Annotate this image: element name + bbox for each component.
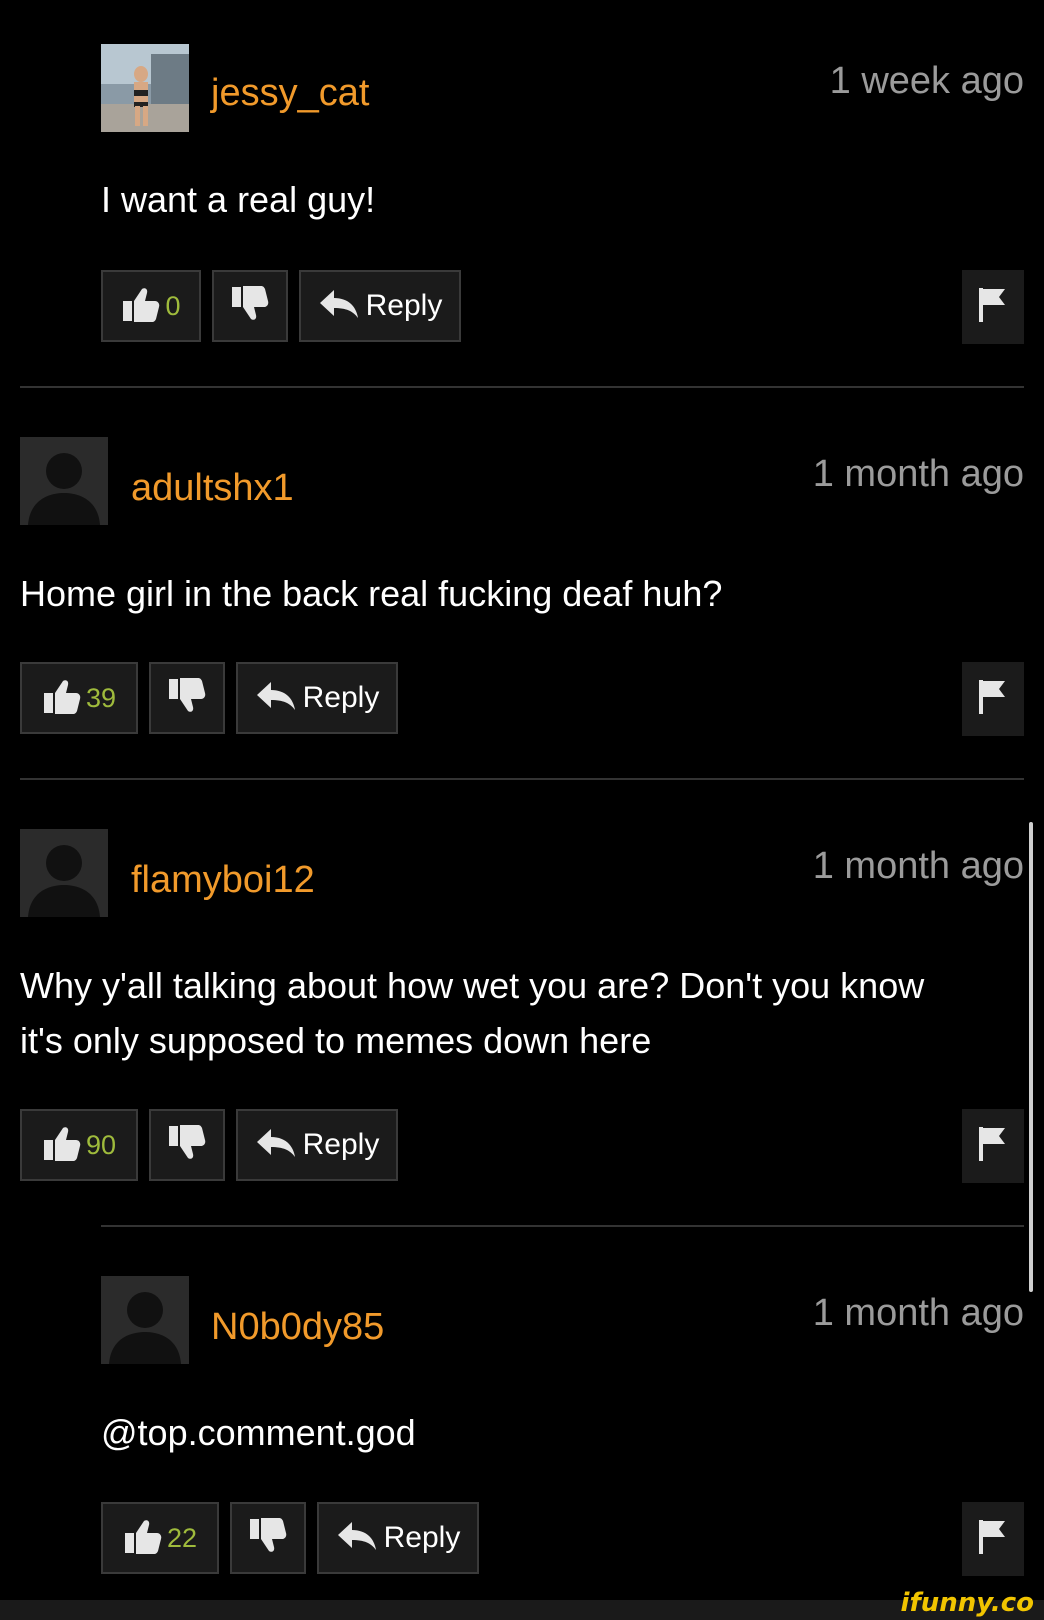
comment-text: @top.comment.god <box>101 1412 416 1453</box>
username-link[interactable]: N0b0dy85 <box>211 1306 384 1349</box>
reply-arrow-icon <box>255 1127 297 1164</box>
username-link[interactable]: jessy_cat <box>211 72 369 115</box>
comment-timestamp: 1 month ago <box>812 845 1024 887</box>
reply-arrow-icon <box>255 680 297 717</box>
like-button[interactable]: 90 <box>20 1109 138 1181</box>
thumbs-down-icon <box>167 1124 207 1167</box>
reply-arrow-icon <box>336 1520 378 1557</box>
like-button[interactable]: 0 <box>101 270 201 342</box>
like-button[interactable]: 22 <box>101 1502 219 1574</box>
comment-text: Home girl in the back real fucking deaf … <box>20 573 723 614</box>
reply-button[interactable]: Reply <box>317 1502 479 1574</box>
reply-label: Reply <box>302 681 380 714</box>
bottom-bar <box>0 1600 1044 1620</box>
user-avatar-default[interactable] <box>20 437 108 525</box>
comment-divider <box>101 1225 1024 1227</box>
flag-button[interactable] <box>962 270 1024 344</box>
user-avatar-default[interactable] <box>101 1276 189 1364</box>
like-count: 22 <box>166 1522 198 1553</box>
reply-arrow-icon <box>318 288 360 325</box>
flag-icon <box>977 1125 1009 1168</box>
comment-timestamp: 1 month ago <box>812 453 1024 495</box>
thumbs-down-icon <box>230 285 270 328</box>
user-avatar-default[interactable] <box>20 829 108 917</box>
reply-button[interactable]: Reply <box>299 270 461 342</box>
like-button[interactable]: 39 <box>20 662 138 734</box>
thumbs-up-icon <box>42 1124 82 1167</box>
flag-icon <box>977 1518 1009 1561</box>
thumbs-up-icon <box>121 285 161 328</box>
dislike-button[interactable] <box>149 662 225 734</box>
thumbs-up-icon <box>42 677 82 720</box>
thumbs-down-icon <box>167 677 207 720</box>
like-count: 39 <box>85 682 117 713</box>
like-count: 0 <box>165 290 181 321</box>
reply-label: Reply <box>383 1521 461 1554</box>
scrollbar[interactable] <box>1029 822 1033 1292</box>
flag-button[interactable] <box>962 1502 1024 1576</box>
flag-button[interactable] <box>962 662 1024 736</box>
comment-text: I want a real guy! <box>101 179 376 220</box>
dislike-button[interactable] <box>230 1502 306 1574</box>
comment-divider <box>20 778 1024 780</box>
thumbs-up-icon <box>123 1517 163 1560</box>
flag-icon <box>977 286 1009 329</box>
user-avatar-photo[interactable] <box>101 44 189 132</box>
flag-icon <box>977 678 1009 721</box>
thumbs-down-icon <box>248 1517 288 1560</box>
reply-button[interactable]: Reply <box>236 1109 398 1181</box>
reply-button[interactable]: Reply <box>236 662 398 734</box>
reply-label: Reply <box>365 289 443 322</box>
username-link[interactable]: adultshx1 <box>131 467 294 510</box>
flag-button[interactable] <box>962 1109 1024 1183</box>
like-count: 90 <box>85 1129 117 1160</box>
comment-timestamp: 1 week ago <box>829 60 1024 102</box>
dislike-button[interactable] <box>212 270 288 342</box>
watermark-logo: ifunny.co <box>900 1588 1034 1618</box>
comment-text: Why y'all talking about how wet you are?… <box>20 965 925 1061</box>
comment-timestamp: 1 month ago <box>812 1292 1024 1334</box>
comment-divider <box>20 386 1024 388</box>
reply-label: Reply <box>302 1128 380 1161</box>
username-link[interactable]: flamyboi12 <box>131 859 315 902</box>
dislike-button[interactable] <box>149 1109 225 1181</box>
